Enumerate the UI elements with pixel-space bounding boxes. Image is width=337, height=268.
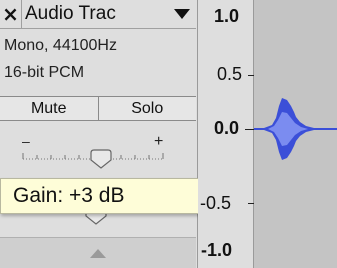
track-title-row: × Audio Trac — [0, 0, 196, 29]
vertical-ruler[interactable]: 1.0 0.5 0.0 -0.5 -1.0 — [198, 0, 254, 268]
gain-plus-label: + — [154, 134, 163, 150]
gain-minus-label: – — [22, 134, 30, 149]
ruler-label-bottom: -1.0 — [201, 240, 233, 260]
waveform-area[interactable] — [254, 0, 337, 268]
track-name-label[interactable]: Audio Trac — [22, 3, 168, 25]
gain-tooltip: Gain: +3 dB — [0, 178, 200, 214]
solo-button[interactable]: Solo — [97, 97, 197, 120]
ruler-label-half: 0.5 — [217, 64, 243, 84]
track-bit-depth: 16-bit PCM — [4, 64, 85, 81]
gain-slider-thumb[interactable] — [90, 149, 112, 169]
dropdown-arrow-icon — [174, 9, 190, 19]
collapse-arrow-icon — [90, 249, 106, 258]
waveform-rms — [268, 112, 308, 146]
collapse-track-button[interactable] — [0, 237, 196, 268]
mute-button[interactable]: Mute — [0, 97, 98, 120]
ruler-tick — [245, 129, 254, 130]
track-format: Mono, 44100Hz — [4, 37, 117, 54]
ruler-label-top: 1.0 — [214, 6, 240, 26]
ruler-label-zero: 0.0 — [214, 118, 240, 138]
audacity-track-view: × Audio Trac Mono, 44100Hz 16-bit PCM Mu… — [0, 0, 337, 268]
close-track-button[interactable]: × — [0, 0, 22, 28]
ruler-label-neg-half: -0.5 — [200, 193, 232, 213]
track-control-panel: × Audio Trac Mono, 44100Hz 16-bit PCM Mu… — [0, 0, 200, 268]
gain-slider[interactable]: – + — [22, 133, 172, 174]
track-menu-button[interactable] — [168, 0, 196, 28]
mute-solo-row: Mute Solo — [0, 96, 196, 121]
close-icon: × — [2, 2, 19, 26]
